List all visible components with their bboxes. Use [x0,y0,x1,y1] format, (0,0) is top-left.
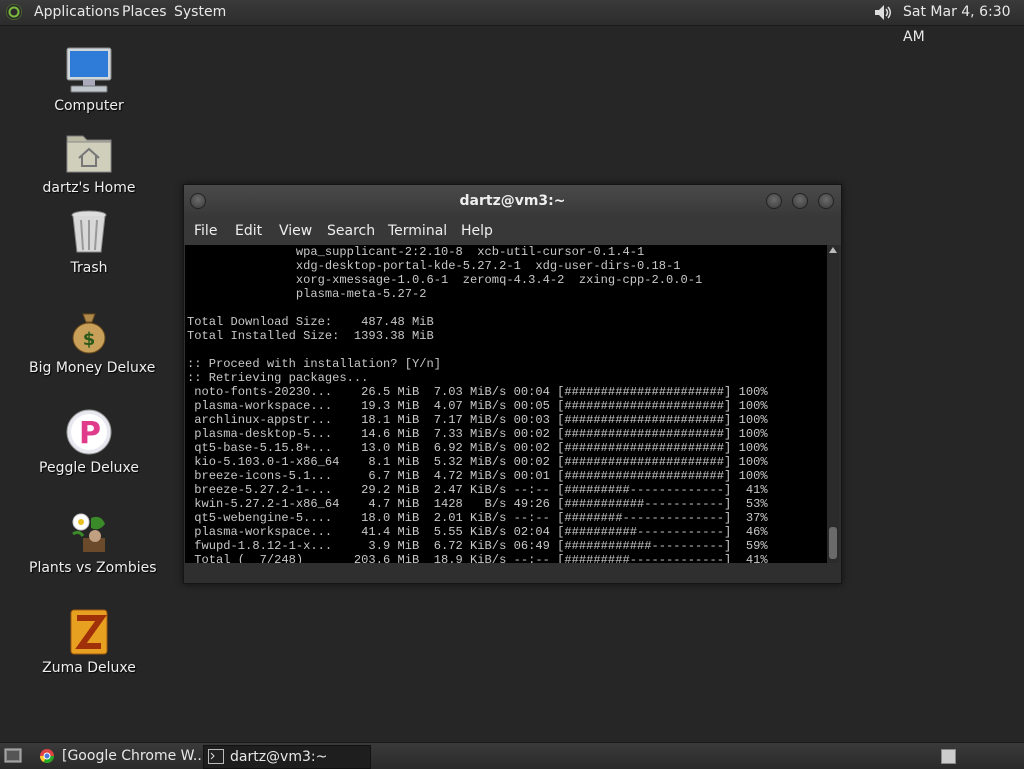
menu-file[interactable]: File [194,217,217,245]
trash-icon [65,208,113,256]
taskbar-item-label: dartz@vm3:~ [230,749,328,765]
menu-view[interactable]: View [279,217,312,245]
terminal-icon [208,749,224,764]
close-button[interactable] [818,193,834,209]
desktop-icon-computer[interactable]: Computer [29,46,149,114]
terminal-menubar: File Edit View Search Terminal Help [184,217,841,245]
peggle-icon: P [65,408,113,456]
desktop-icon-trash[interactable]: Trash [29,208,149,276]
desktop-icon-label: Computer [54,98,124,114]
menu-search[interactable]: Search [327,217,375,245]
menu-terminal[interactable]: Terminal [388,217,447,245]
scroll-up-icon[interactable] [829,247,837,253]
desktop-icon-home[interactable]: dartz's Home [29,128,149,196]
applications-menu[interactable]: Applications [34,0,120,25]
terminal-window[interactable]: dartz@vm3:~ File Edit View Search Termin… [183,184,842,584]
taskbar-item-terminal[interactable]: dartz@vm3:~ [203,745,371,769]
chrome-icon [40,749,54,763]
scrollbar-thumb[interactable] [829,527,837,559]
menu-edit[interactable]: Edit [235,217,262,245]
desktop-icon-label: Trash [70,260,108,276]
svg-text:$: $ [83,329,96,350]
bottom-panel: [Google Chrome W... dartz@vm3:~ [0,742,1024,769]
svg-text:P: P [79,416,101,451]
computer-icon [65,46,113,94]
plants-vs-zombies-icon [65,508,113,556]
desktop-icon-label: Zuma Deluxe [42,660,136,676]
desktop-icon-pvz[interactable]: Plants vs Zombies [29,508,157,576]
menu-help[interactable]: Help [461,217,493,245]
terminal-scrollbar[interactable] [827,245,839,563]
desktop-icon-peggle[interactable]: P Peggle Deluxe [29,408,149,476]
volume-icon[interactable] [873,3,893,22]
system-menu[interactable]: System [174,0,226,25]
terminal-output[interactable]: wpa_supplicant-2:2.10-8 xcb-util-cursor-… [185,245,827,563]
terminal-text: wpa_supplicant-2:2.10-8 xcb-util-cursor-… [187,245,768,563]
desktop-icon-label: Big Money Deluxe [29,360,156,376]
desktop-icon-label: dartz's Home [42,180,136,196]
taskbar-item-label: [Google Chrome W... [62,748,207,764]
clock[interactable]: Sat Mar 4, 6:30 AM [903,0,1024,50]
zuma-icon [65,608,113,656]
taskbar-item-chrome[interactable]: [Google Chrome W... [36,745,222,767]
top-panel: Applications Places System Sat Mar 4, 6:… [0,0,1024,45]
money-bag-icon: $ [65,308,113,356]
window-menu-button[interactable] [190,193,206,209]
minimize-button[interactable] [766,193,782,209]
desktop-icon-label: Peggle Deluxe [39,460,139,476]
gnome-foot-icon[interactable] [6,4,22,20]
window-titlebar[interactable]: dartz@vm3:~ [184,185,841,217]
workspace-switcher[interactable] [941,749,956,764]
desktop-icon-zuma[interactable]: Zuma Deluxe [29,608,149,676]
window-title: dartz@vm3:~ [459,193,566,209]
home-folder-icon [65,128,113,176]
show-desktop-icon[interactable] [4,748,22,764]
maximize-button[interactable] [792,193,808,209]
desktop-icon-big-money[interactable]: $ Big Money Deluxe [29,308,156,376]
desktop-icon-label: Plants vs Zombies [29,560,157,576]
places-menu[interactable]: Places [122,0,167,25]
